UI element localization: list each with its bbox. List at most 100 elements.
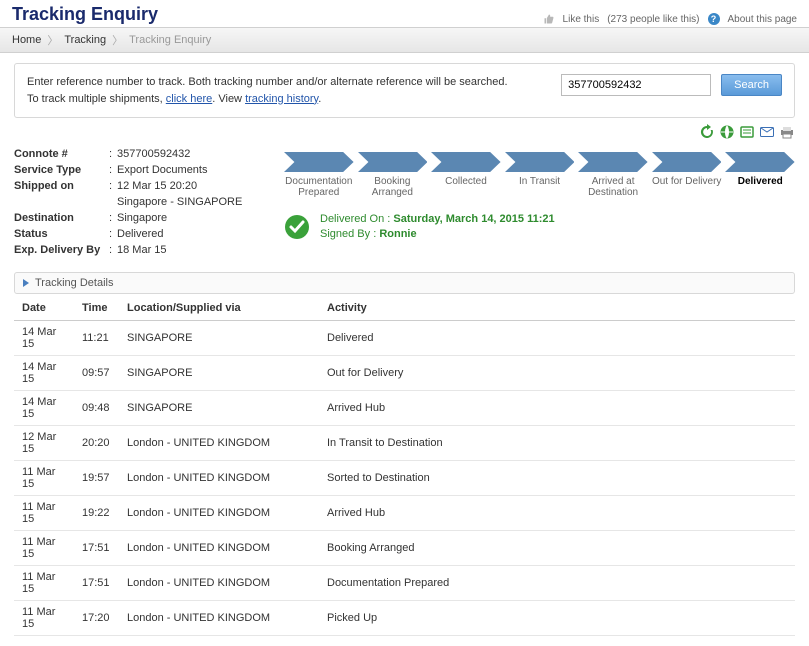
- like-icon[interactable]: [543, 13, 555, 25]
- col-date: Date: [14, 296, 74, 321]
- cell-loc: London - UNITED KINGDOM: [119, 496, 319, 531]
- breadcrumb: Home 〉 Tracking 〉 Tracking Enquiry: [0, 27, 809, 53]
- cell-act: Delivered: [319, 321, 795, 356]
- cell-loc: London - UNITED KINGDOM: [119, 461, 319, 496]
- expdelivery-label: Exp. Delivery By: [14, 244, 109, 256]
- expdelivery-value: 18 Mar 15: [117, 244, 264, 256]
- about-label[interactable]: About this page: [728, 14, 798, 25]
- progress-step: Documentation Prepared: [284, 152, 354, 198]
- search-input[interactable]: [561, 74, 711, 96]
- signed-by-label: Signed By :: [320, 228, 376, 240]
- chevron-right-icon: 〉: [112, 32, 123, 48]
- progress-step: Out for Delivery: [652, 152, 722, 198]
- cell-date: 11 Mar 15: [14, 461, 74, 496]
- cell-date: 11 Mar 15: [14, 601, 74, 636]
- cell-act: Booking Arranged: [319, 531, 795, 566]
- table-row: 11 Mar 1519:57London - UNITED KINGDOMSor…: [14, 461, 795, 496]
- cell-act: Arrived Hub: [319, 496, 795, 531]
- breadcrumb-tracking[interactable]: Tracking: [64, 34, 106, 46]
- step-label: Booking Arranged: [358, 176, 428, 198]
- tracking-details-label: Tracking Details: [35, 277, 113, 289]
- search-button[interactable]: Search: [721, 74, 782, 96]
- cell-date: 12 Mar 15: [14, 426, 74, 461]
- destination-value: Singapore: [117, 212, 264, 224]
- progress-steps: Documentation PreparedBooking ArrangedCo…: [284, 152, 795, 198]
- tracking-history-link[interactable]: tracking history: [245, 93, 318, 105]
- email-icon[interactable]: [759, 124, 775, 140]
- globe-icon[interactable]: [719, 124, 735, 140]
- cell-act: Sorted to Destination: [319, 461, 795, 496]
- cell-time: 11:21: [74, 321, 119, 356]
- cell-date: 11 Mar 15: [14, 566, 74, 601]
- arrow-icon: [431, 152, 501, 172]
- col-activity: Activity: [319, 296, 795, 321]
- table-row: 14 Mar 1509:57SINGAPOREOut for Delivery: [14, 356, 795, 391]
- service-label: Service Type: [14, 164, 109, 176]
- progress-step: Collected: [431, 152, 501, 198]
- arrow-icon: [652, 152, 722, 172]
- arrow-icon: [578, 152, 648, 172]
- tracking-table: Date Time Location/Supplied via Activity…: [14, 296, 795, 636]
- cell-time: 17:20: [74, 601, 119, 636]
- cell-date: 11 Mar 15: [14, 531, 74, 566]
- arrow-icon: [505, 152, 575, 172]
- cell-loc: SINGAPORE: [119, 391, 319, 426]
- progress-step: Arrived at Destination: [578, 152, 648, 198]
- shipped-value: 12 Mar 15 20:20: [117, 180, 264, 192]
- table-row: 11 Mar 1517:51London - UNITED KINGDOMDoc…: [14, 566, 795, 601]
- check-icon: [284, 214, 310, 240]
- search-help-line2: To track multiple shipments, click here.…: [27, 91, 551, 108]
- shipped-label: Shipped on: [14, 180, 109, 192]
- progress-step: Delivered: [725, 152, 795, 198]
- step-label: In Transit: [505, 176, 575, 187]
- click-here-link[interactable]: click here: [166, 93, 212, 105]
- chevron-right-icon: 〉: [47, 32, 58, 48]
- table-row: 11 Mar 1517:20London - UNITED KINGDOMPic…: [14, 601, 795, 636]
- cell-time: 09:48: [74, 391, 119, 426]
- progress-step: In Transit: [505, 152, 575, 198]
- status-value: Delivered: [117, 228, 264, 240]
- status-label: Status: [14, 228, 109, 240]
- table-row: 11 Mar 1519:22London - UNITED KINGDOMArr…: [14, 496, 795, 531]
- connote-label: Connote #: [14, 148, 109, 160]
- destination-label: Destination: [14, 212, 109, 224]
- service-value: Export Documents: [117, 164, 264, 176]
- cell-act: Arrived Hub: [319, 391, 795, 426]
- info-icon[interactable]: ?: [708, 13, 720, 25]
- arrow-icon: [725, 152, 795, 172]
- step-label: Delivered: [725, 176, 795, 187]
- col-time: Time: [74, 296, 119, 321]
- cell-act: Documentation Prepared: [319, 566, 795, 601]
- delivered-on-label: Delivered On :: [320, 213, 390, 225]
- tracking-details-header[interactable]: Tracking Details: [14, 272, 795, 294]
- cell-time: 09:57: [74, 356, 119, 391]
- cell-time: 20:20: [74, 426, 119, 461]
- cell-time: 17:51: [74, 531, 119, 566]
- cell-loc: London - UNITED KINGDOM: [119, 601, 319, 636]
- arrow-icon: [358, 152, 428, 172]
- progress-step: Booking Arranged: [358, 152, 428, 198]
- table-row: 11 Mar 1517:51London - UNITED KINGDOMBoo…: [14, 531, 795, 566]
- breadcrumb-home[interactable]: Home: [12, 34, 41, 46]
- like-count: (273 people like this): [607, 14, 699, 25]
- cell-date: 14 Mar 15: [14, 321, 74, 356]
- export-icon[interactable]: [739, 124, 755, 140]
- cell-loc: London - UNITED KINGDOM: [119, 566, 319, 601]
- search-panel: Enter reference number to track. Both tr…: [14, 63, 795, 118]
- expand-icon: [23, 279, 29, 287]
- shipped-origin: Singapore - SINGAPORE: [117, 196, 264, 208]
- like-label[interactable]: Like this: [563, 14, 600, 25]
- cell-loc: SINGAPORE: [119, 321, 319, 356]
- signed-by-value: Ronnie: [379, 228, 416, 240]
- cell-time: 19:57: [74, 461, 119, 496]
- table-row: 14 Mar 1509:48SINGAPOREArrived Hub: [14, 391, 795, 426]
- cell-loc: SINGAPORE: [119, 356, 319, 391]
- refresh-icon[interactable]: [699, 124, 715, 140]
- table-row: 14 Mar 1511:21SINGAPOREDelivered: [14, 321, 795, 356]
- col-location: Location/Supplied via: [119, 296, 319, 321]
- table-row: 12 Mar 1520:20London - UNITED KINGDOMIn …: [14, 426, 795, 461]
- page-title: Tracking Enquiry: [12, 4, 158, 25]
- print-icon[interactable]: [779, 124, 795, 140]
- cell-act: Picked Up: [319, 601, 795, 636]
- arrow-icon: [284, 152, 354, 172]
